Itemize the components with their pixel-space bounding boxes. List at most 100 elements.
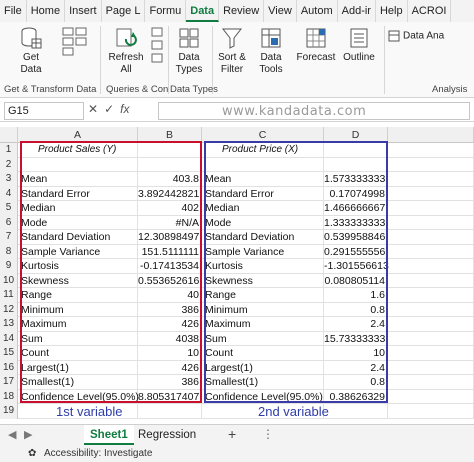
cell-empty[interactable] xyxy=(388,201,474,216)
ribbon-tab[interactable]: Home xyxy=(27,0,66,22)
ribbon-tab[interactable]: ACROI xyxy=(408,0,452,22)
row-header[interactable]: 1 xyxy=(0,143,18,158)
cell-empty[interactable] xyxy=(388,215,474,230)
ribbon-tab[interactable]: View xyxy=(264,0,297,22)
cell-empty[interactable] xyxy=(388,346,474,361)
ribbon-tab[interactable]: Autom xyxy=(297,0,338,22)
sheet-tab[interactable]: Sheet1 xyxy=(84,425,134,445)
transform-tools[interactable] xyxy=(56,26,92,62)
add-sheet-button[interactable]: + xyxy=(228,426,236,442)
data-tools-icon xyxy=(261,28,281,48)
sheet-tab[interactable]: Regression xyxy=(132,425,202,445)
get-data-label: Get Data xyxy=(20,52,42,75)
row-header[interactable]: 12 xyxy=(0,302,18,317)
row-header[interactable]: 17 xyxy=(0,375,18,390)
row-header[interactable]: 4 xyxy=(0,186,18,201)
row-header[interactable]: 16 xyxy=(0,360,18,375)
cell-empty[interactable] xyxy=(388,288,474,303)
ribbon-tab[interactable]: Add-ir xyxy=(338,0,376,22)
cell-empty[interactable] xyxy=(388,317,474,332)
cell-empty[interactable] xyxy=(388,230,474,245)
cell-empty[interactable] xyxy=(388,172,474,187)
refresh-all-label: Refresh All xyxy=(108,52,144,75)
data-analysis-button[interactable]: Data Ana xyxy=(388,30,472,43)
cancel-icon[interactable]: ✕ xyxy=(88,102,104,116)
row-header[interactable]: 3 xyxy=(0,172,18,187)
cell[interactable] xyxy=(324,404,388,419)
cell-empty[interactable] xyxy=(388,143,474,158)
filter-icon xyxy=(221,28,243,49)
group-data-types: Data Types xyxy=(170,84,218,95)
row-header[interactable]: 14 xyxy=(0,331,18,346)
group-queries: Queries & Con xyxy=(106,84,169,95)
row-header[interactable]: 6 xyxy=(0,215,18,230)
forecast-button[interactable]: Forecast xyxy=(296,26,336,64)
row-header[interactable]: 2 xyxy=(0,157,18,172)
ribbon-tab[interactable]: Help xyxy=(376,0,408,22)
cell-empty[interactable] xyxy=(388,259,474,274)
ribbon-tab[interactable]: Data xyxy=(186,0,220,22)
first-variable-box xyxy=(20,141,202,403)
status-bar: ✿ Accessibility: Investigate xyxy=(0,446,474,462)
row-header[interactable]: 11 xyxy=(0,288,18,303)
outline-label: Outline xyxy=(343,52,375,63)
data-tools-button[interactable]: Data Tools xyxy=(254,26,288,76)
data-types-icon xyxy=(179,28,199,48)
group-separator xyxy=(384,26,385,94)
row-header[interactable]: 10 xyxy=(0,273,18,288)
refresh-icon xyxy=(116,28,137,47)
row-header[interactable]: 7 xyxy=(0,230,18,245)
ribbon-tab[interactable]: Review xyxy=(219,0,265,22)
table-small-icon xyxy=(62,27,87,56)
outline-button[interactable]: Outline xyxy=(340,26,378,64)
more-sheets-icon[interactable]: ⋮ xyxy=(262,427,274,441)
row-header[interactable]: 18 xyxy=(0,389,18,404)
cell-empty[interactable] xyxy=(388,360,474,375)
row-header[interactable]: 19 xyxy=(0,404,18,419)
data-types-label: Data Types xyxy=(175,52,203,75)
data-tools-label: Data Tools xyxy=(259,52,283,75)
enter-icon[interactable]: ✓ xyxy=(104,102,120,116)
row-header[interactable]: 13 xyxy=(0,317,18,332)
row-header[interactable]: 15 xyxy=(0,346,18,361)
cell[interactable] xyxy=(138,404,202,419)
row-header[interactable]: 9 xyxy=(0,259,18,274)
forecast-label: Forecast xyxy=(296,52,336,63)
data-analysis-label: Data Ana xyxy=(403,30,445,42)
first-variable-label: 1st variable xyxy=(56,404,123,419)
prev-sheet-icon[interactable]: ◀ xyxy=(8,428,16,441)
accessibility-status[interactable]: Accessibility: Investigate xyxy=(44,446,152,462)
cell-empty[interactable] xyxy=(388,302,474,317)
accessibility-icon: ✿ xyxy=(28,448,37,459)
ribbon-tab[interactable]: Formu xyxy=(145,0,187,22)
row-header[interactable]: 8 xyxy=(0,244,18,259)
cell-empty[interactable] xyxy=(388,157,474,172)
cell-empty[interactable] xyxy=(388,375,474,390)
sort-filter-button[interactable]: Sort & Filter xyxy=(214,26,250,76)
ribbon-tab[interactable]: Page L xyxy=(102,0,146,22)
database-icon xyxy=(21,27,42,49)
group-analysis: Analysis xyxy=(432,84,468,95)
ribbon-tab[interactable]: File xyxy=(0,0,27,22)
second-variable-label: 2nd variable xyxy=(258,404,329,419)
ribbon-tab[interactable]: Insert xyxy=(65,0,102,22)
next-sheet-icon[interactable]: ▶ xyxy=(24,428,32,441)
cell-empty[interactable] xyxy=(388,331,474,346)
cell-empty[interactable] xyxy=(388,389,474,404)
cell-empty[interactable] xyxy=(388,404,474,419)
row-header[interactable]: 5 xyxy=(0,201,18,216)
refresh-all-button[interactable]: Refresh All xyxy=(106,26,146,76)
column-header-empty xyxy=(388,127,474,143)
name-box[interactable]: G15 xyxy=(4,102,84,120)
select-all-corner[interactable] xyxy=(0,127,18,143)
group-separator xyxy=(100,26,101,94)
forecast-icon xyxy=(306,28,326,48)
cell-empty[interactable] xyxy=(388,244,474,259)
cell-empty[interactable] xyxy=(388,273,474,288)
outline-icon xyxy=(350,28,368,48)
queries-tools[interactable] xyxy=(148,26,166,68)
get-data-button[interactable]: Get Data xyxy=(14,26,48,76)
data-types-button[interactable]: Data Types xyxy=(170,26,208,76)
cell-empty[interactable] xyxy=(388,186,474,201)
fx-icon[interactable]: fx xyxy=(120,102,129,116)
